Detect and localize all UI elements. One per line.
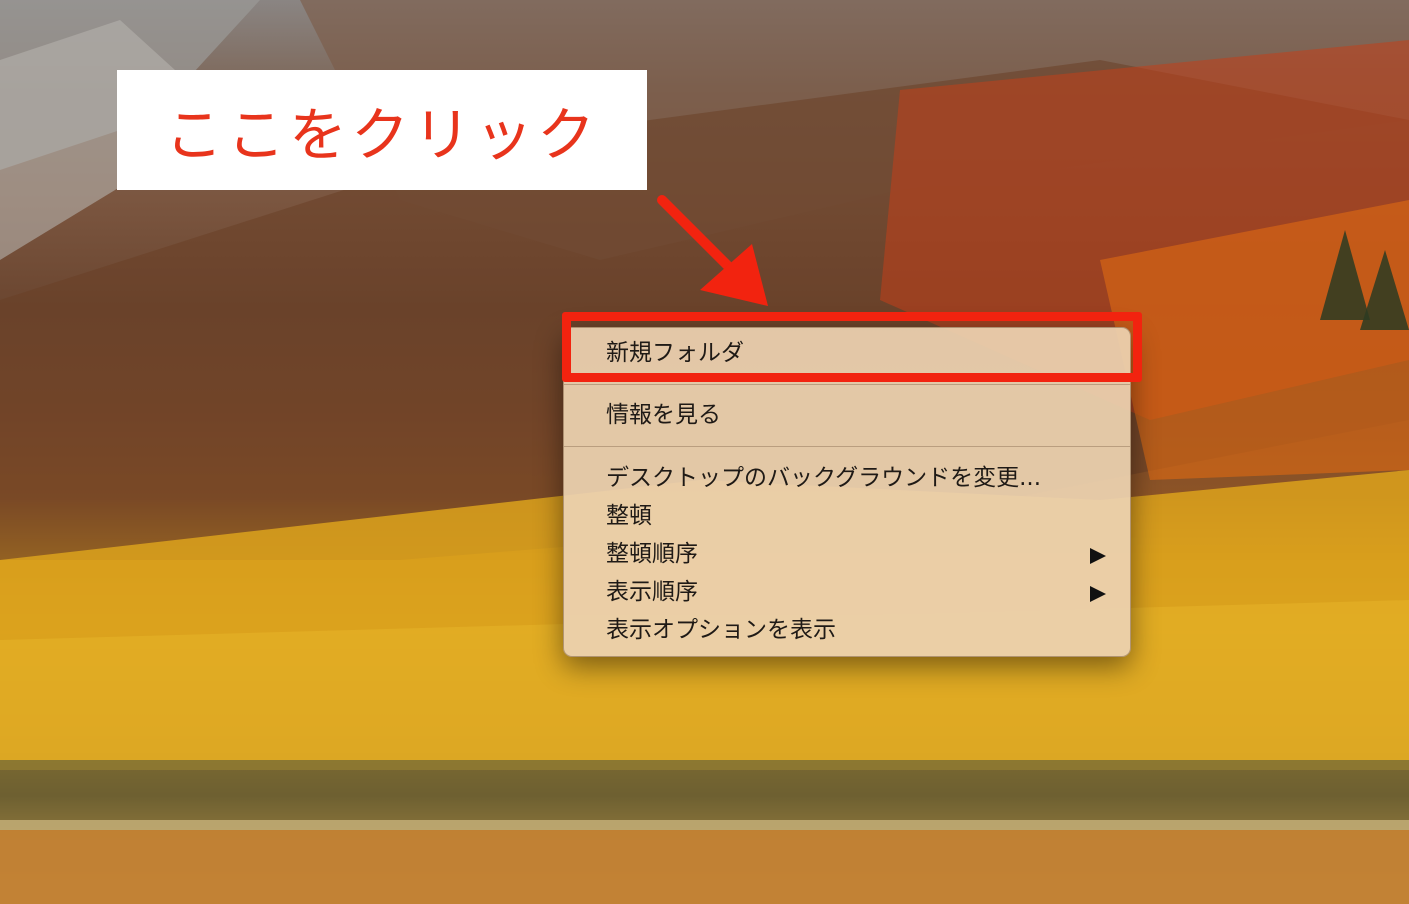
chevron-right-icon (1090, 548, 1106, 564)
menu-item-label: デスクトップのバックグラウンドを変更... (606, 465, 1042, 491)
menu-item-clean-up[interactable]: 整頓 (564, 497, 1130, 535)
menu-item-get-info[interactable]: 情報を見る (564, 396, 1130, 434)
menu-item-label: 整頓 (606, 503, 652, 529)
menu-item-label: 表示オプションを表示 (606, 617, 836, 643)
annotation-highlight-box (562, 312, 1142, 382)
menu-separator (564, 446, 1130, 447)
annotation-arrow-icon (657, 195, 768, 306)
menu-item-change-background[interactable]: デスクトップのバックグラウンドを変更... (564, 459, 1130, 497)
menu-item-clean-up-by[interactable]: 整頓順序 (564, 535, 1130, 573)
menu-item-label: 情報を見る (606, 402, 721, 428)
annotation-callout: ここをクリック (117, 70, 647, 190)
menu-item-label: 整頓順序 (606, 541, 698, 567)
menu-item-show-view-options[interactable]: 表示オプションを表示 (564, 611, 1130, 649)
menu-item-label: 表示順序 (606, 579, 698, 605)
menu-separator (564, 384, 1130, 385)
annotation-callout-text: ここをクリック (164, 101, 599, 169)
menu-item-sort-by[interactable]: 表示順序 (564, 573, 1130, 611)
chevron-right-icon (1090, 586, 1106, 602)
